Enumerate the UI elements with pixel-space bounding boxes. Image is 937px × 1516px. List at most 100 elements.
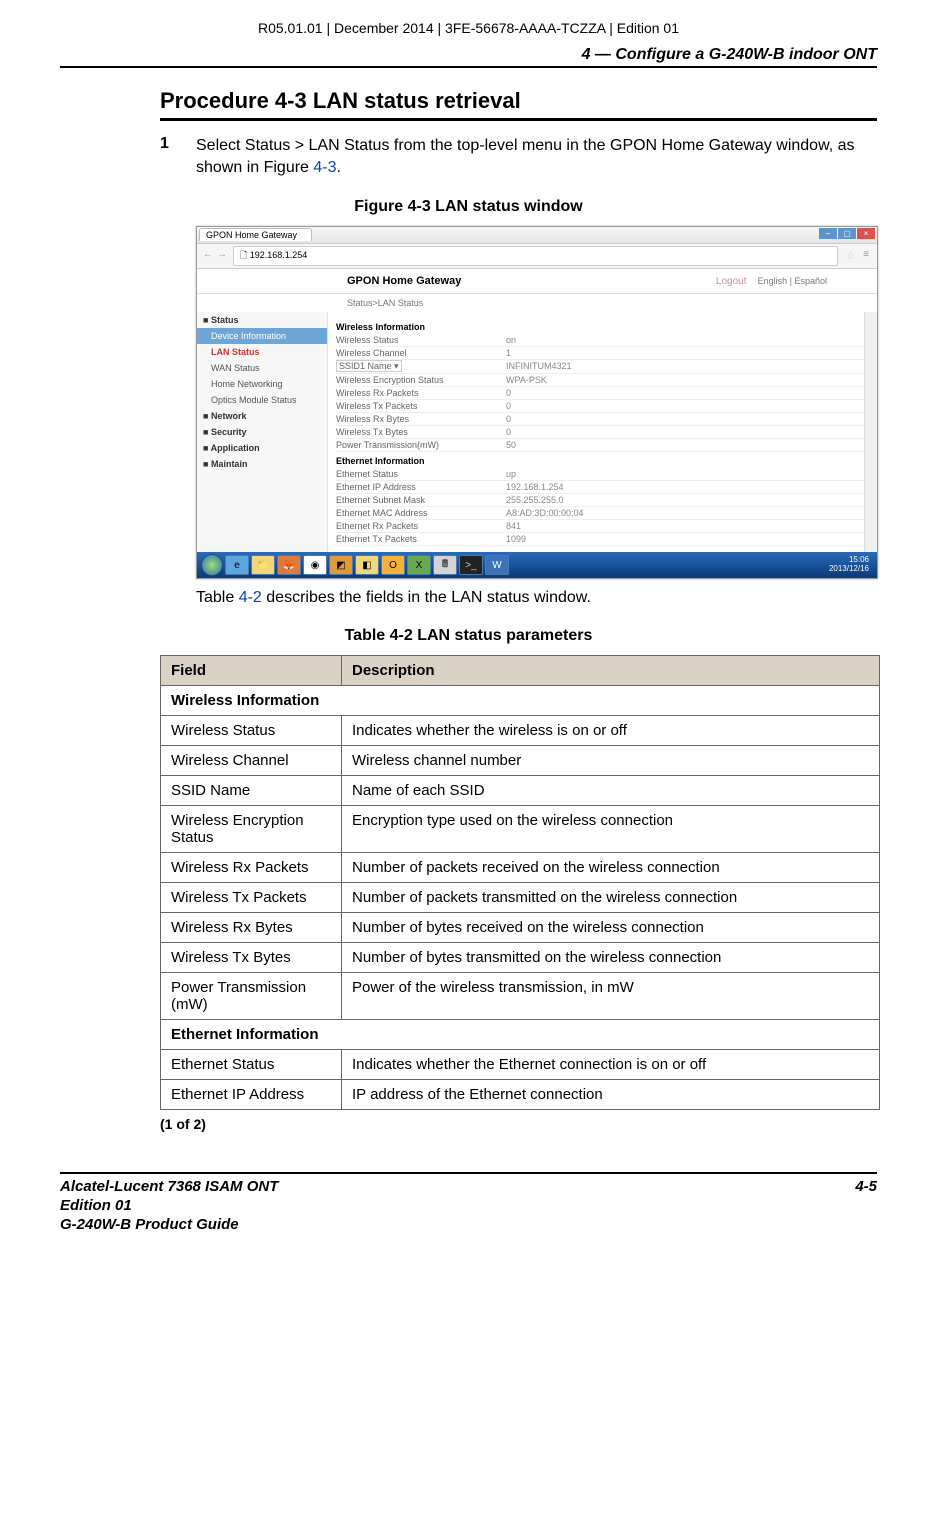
table-desc-cell: Name of each SSID bbox=[342, 776, 880, 806]
taskbar-clock: 15:06 2013/12/16 bbox=[829, 556, 873, 574]
chapter-title: 4 — Configure a G-240W-B indoor ONT bbox=[60, 46, 877, 64]
language-links[interactable]: English | Español bbox=[758, 276, 827, 286]
table-desc-cell: IP address of the Ethernet connection bbox=[342, 1080, 880, 1110]
sidebar-item-wan-status[interactable]: WAN Status bbox=[197, 360, 327, 376]
taskbar-word-icon[interactable]: W bbox=[485, 555, 509, 575]
table-desc-cell: Power of the wireless transmission, in m… bbox=[342, 973, 880, 1020]
table-row: Wireless Rx BytesNumber of bytes receive… bbox=[161, 913, 880, 943]
table-row: Ethernet IP AddressIP address of the Eth… bbox=[161, 1080, 880, 1110]
taskbar-calc-icon[interactable]: 🖩 bbox=[433, 555, 457, 575]
ssid-select[interactable]: SSID1 Name ▾ bbox=[336, 360, 402, 372]
footer-page-number: 4-5 bbox=[855, 1178, 877, 1234]
figure-link[interactable]: 4-3 bbox=[313, 159, 336, 176]
table-row: Wireless Encryption StatusEncryption typ… bbox=[161, 806, 880, 853]
sidebar-item-optics[interactable]: Optics Module Status bbox=[197, 392, 327, 408]
table-field-cell: Wireless Status bbox=[161, 716, 342, 746]
info-field-value: A8:AD:3D:00:00:04 bbox=[506, 508, 584, 518]
info-field-value: 841 bbox=[506, 521, 521, 531]
after-fig-b: describes the fields in the LAN status w… bbox=[262, 589, 591, 606]
sidebar-group-status[interactable]: ■ Status bbox=[197, 312, 327, 328]
info-field-label: Wireless Rx Bytes bbox=[336, 414, 506, 424]
footer-left: Alcatel-Lucent 7368 ISAM ONT Edition 01 … bbox=[60, 1178, 278, 1234]
table-row: Power Transmission (mW)Power of the wire… bbox=[161, 973, 880, 1020]
sidebar-item-lan-status[interactable]: LAN Status bbox=[197, 344, 327, 360]
figure-caption: Figure 4-3 LAN status window bbox=[60, 198, 877, 216]
info-field-label: Wireless Rx Packets bbox=[336, 388, 506, 398]
url-bar[interactable]: 🗋 192.168.1.254 bbox=[233, 246, 838, 266]
step-text-b: . bbox=[337, 159, 341, 176]
table-row: Ethernet StatusIndicates whether the Eth… bbox=[161, 1050, 880, 1080]
info-field-value: 1099 bbox=[506, 534, 526, 544]
table-row: Wireless Tx PacketsNumber of packets tra… bbox=[161, 883, 880, 913]
info-field-value: WPA-PSK bbox=[506, 375, 547, 385]
info-row: Power Transmission(mW)50 bbox=[336, 439, 869, 452]
table-section-wireless: Wireless Information bbox=[161, 686, 880, 716]
bookmark-star-icon[interactable]: ☆ bbox=[842, 251, 859, 262]
step-text: Select Status > LAN Status from the top-… bbox=[196, 135, 877, 178]
taskbar-app1-icon[interactable]: ◩ bbox=[329, 555, 353, 575]
info-field-value: 1 bbox=[506, 348, 511, 358]
info-field-label: Ethernet MAC Address bbox=[336, 508, 506, 518]
info-field-value: 0 bbox=[506, 427, 511, 437]
taskbar-firefox-icon[interactable]: 🦊 bbox=[277, 555, 301, 575]
info-field-value: 255.255.255.0 bbox=[506, 495, 564, 505]
info-row: Ethernet IP Address192.168.1.254 bbox=[336, 481, 869, 494]
info-field-label: Wireless Tx Bytes bbox=[336, 427, 506, 437]
info-row: Wireless Statuson bbox=[336, 334, 869, 347]
browser-tab[interactable]: GPON Home Gateway bbox=[199, 228, 312, 241]
sidebar-item-home-networking[interactable]: Home Networking bbox=[197, 376, 327, 392]
table-link[interactable]: 4-2 bbox=[239, 589, 262, 606]
info-field-value: 50 bbox=[506, 440, 516, 450]
scrollbar[interactable] bbox=[864, 312, 877, 552]
step-text-a: Select Status > LAN Status from the top-… bbox=[196, 137, 855, 176]
window-minimize-icon[interactable]: – bbox=[819, 228, 837, 239]
table-field-cell: Ethernet Status bbox=[161, 1050, 342, 1080]
table-row: SSID NameName of each SSID bbox=[161, 776, 880, 806]
sidebar-group-application[interactable]: ■ Application bbox=[197, 440, 327, 456]
table-desc-cell: Number of bytes transmitted on the wirel… bbox=[342, 943, 880, 973]
table-pager: (1 of 2) bbox=[160, 1116, 877, 1132]
window-maximize-icon[interactable]: ▢ bbox=[838, 228, 856, 239]
info-field-value: 0 bbox=[506, 401, 511, 411]
info-row: Wireless Rx Packets0 bbox=[336, 387, 869, 400]
window-close-icon[interactable]: × bbox=[857, 228, 875, 239]
taskbar-ie-icon[interactable]: e bbox=[225, 555, 249, 575]
back-arrow-icon[interactable]: ← bbox=[201, 249, 215, 263]
ethernet-section-header: Ethernet Information bbox=[336, 456, 869, 466]
info-row: Wireless Tx Packets0 bbox=[336, 400, 869, 413]
table-header-field: Field bbox=[161, 656, 342, 686]
sidebar-group-security[interactable]: ■ Security bbox=[197, 424, 327, 440]
taskbar-excel-icon[interactable]: X bbox=[407, 555, 431, 575]
info-row: Wireless Rx Bytes0 bbox=[336, 413, 869, 426]
info-field-value: up bbox=[506, 469, 516, 479]
info-field-value: INFINITUM4321 bbox=[506, 361, 572, 372]
info-field-value: 192.168.1.254 bbox=[506, 482, 564, 492]
start-orb-icon[interactable] bbox=[201, 554, 223, 576]
sidebar-group-maintain[interactable]: ■ Maintain bbox=[197, 456, 327, 472]
taskbar-cmd-icon[interactable]: >_ bbox=[459, 555, 483, 575]
table-header-desc: Description bbox=[342, 656, 880, 686]
info-field-value: on bbox=[506, 335, 516, 345]
info-field-label: Ethernet Status bbox=[336, 469, 506, 479]
taskbar-explorer-icon[interactable]: 📁 bbox=[251, 555, 275, 575]
taskbar-outlook-icon[interactable]: O bbox=[381, 555, 405, 575]
info-row: Wireless Tx Bytes0 bbox=[336, 426, 869, 439]
table-desc-cell: Wireless channel number bbox=[342, 746, 880, 776]
sidebar-item-device-info[interactable]: Device Information bbox=[197, 328, 327, 344]
table-field-cell: Wireless Channel bbox=[161, 746, 342, 776]
table-desc-cell: Encryption type used on the wireless con… bbox=[342, 806, 880, 853]
taskbar-chrome-icon[interactable]: ◉ bbox=[303, 555, 327, 575]
table-row: Wireless StatusIndicates whether the wir… bbox=[161, 716, 880, 746]
info-field-label: Ethernet Rx Packets bbox=[336, 521, 506, 531]
info-field-label: Wireless Channel bbox=[336, 348, 506, 358]
table-row: Wireless Tx BytesNumber of bytes transmi… bbox=[161, 943, 880, 973]
table-field-cell: Wireless Tx Bytes bbox=[161, 943, 342, 973]
browser-menu-icon[interactable]: ≡ bbox=[859, 249, 873, 263]
step-1: 1 Select Status > LAN Status from the to… bbox=[160, 135, 877, 178]
table-field-cell: Wireless Rx Packets bbox=[161, 853, 342, 883]
sidebar: ■ Status Device Information LAN Status W… bbox=[197, 312, 328, 552]
sidebar-group-network[interactable]: ■ Network bbox=[197, 408, 327, 424]
taskbar-app2-icon[interactable]: ◧ bbox=[355, 555, 379, 575]
logout-link[interactable]: Logout bbox=[716, 276, 747, 287]
forward-arrow-icon[interactable]: → bbox=[215, 249, 229, 263]
